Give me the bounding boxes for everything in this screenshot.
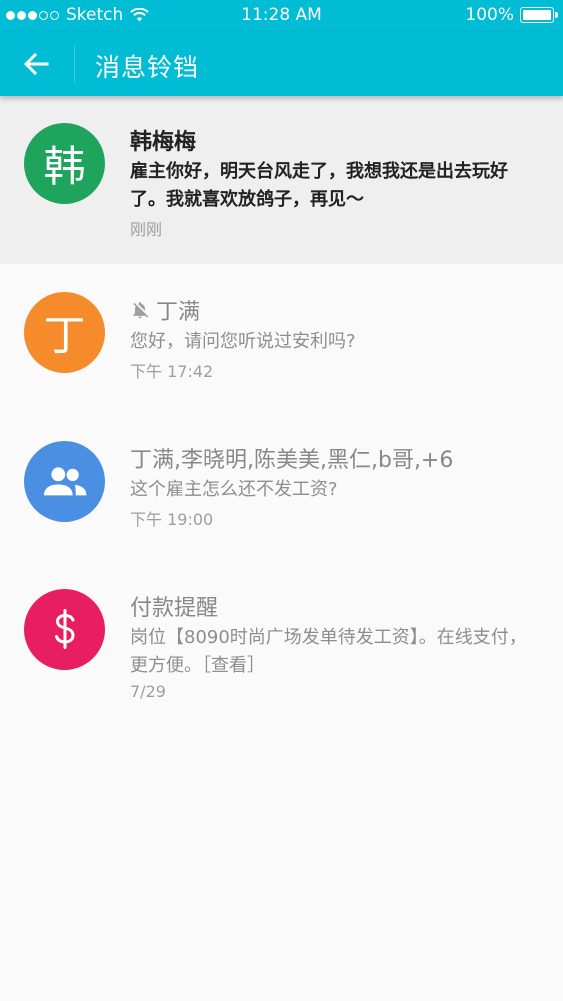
app-bar: 消息铃铛 <box>0 32 563 96</box>
message-list: 韩 韩梅梅 雇主你好，明天台风走了，我想我还是出去玩好了。我就喜欢放鸽子，再见～… <box>0 96 563 722</box>
avatar-initial: 丁 <box>43 311 86 360</box>
avatar-initial: 韩 <box>43 142 86 191</box>
sender-name: 韩梅梅 <box>130 130 197 155</box>
avatar: 丁 <box>24 292 105 373</box>
status-bar: Sketch 11:28 AM 100% <box>0 0 563 32</box>
message-item[interactable]: 丁 丁满 您好，请问您听说过安利吗? 下午 17:42 <box>0 264 563 414</box>
status-right: 100% <box>465 5 558 25</box>
battery-icon <box>520 7 558 23</box>
sender-name: 丁满,李晓明,陈美美,黑仁,b哥,+6 <box>130 448 454 473</box>
arrow-left-icon <box>23 52 49 76</box>
dollar-icon <box>54 608 75 649</box>
back-button[interactable] <box>14 44 58 84</box>
avatar <box>24 589 105 670</box>
message-content: 韩梅梅 雇主你好，明天台风走了，我想我还是出去玩好了。我就喜欢放鸽子，再见～ 刚… <box>130 124 541 240</box>
message-content: 付款提醒 岗位【8090时尚广场发单待发工资】。在线支付，更方便。［查看］ 7/… <box>130 590 541 701</box>
message-content: 丁满,李晓明,陈美美,黑仁,b哥,+6 这个雇主怎么还不发工资? 下午 19:0… <box>130 442 541 530</box>
message-time: 刚刚 <box>130 220 163 239</box>
message-text: 您好，请问您听说过安利吗? <box>130 331 356 352</box>
message-text: 雇主你好，明天台风走了，我想我还是出去玩好了。我就喜欢放鸽子，再见～ <box>130 161 508 210</box>
avatar <box>24 441 105 522</box>
message-time: 下午 17:42 <box>130 362 214 381</box>
message-text: 这个雇主怎么还不发工资? <box>130 479 338 500</box>
sender-name: 丁满 <box>156 300 201 325</box>
sender-name: 付款提醒 <box>130 596 219 621</box>
message-item[interactable]: 韩 韩梅梅 雇主你好，明天台风走了，我想我还是出去玩好了。我就喜欢放鸽子，再见～… <box>0 96 563 264</box>
message-content: 丁满 您好，请问您听说过安利吗? 下午 17:42 <box>130 294 541 382</box>
group-icon <box>43 466 86 495</box>
message-time: 7/29 <box>130 682 166 701</box>
message-text: 岗位【8090时尚广场发单待发工资】。在线支付，更方便。［查看］ <box>130 627 527 676</box>
message-item[interactable]: 丁满,李晓明,陈美美,黑仁,b哥,+6 这个雇主怎么还不发工资? 下午 19:0… <box>0 414 563 562</box>
message-item[interactable]: 付款提醒 岗位【8090时尚广场发单待发工资】。在线支付，更方便。［查看］ 7/… <box>0 562 563 722</box>
notifications-off-icon <box>133 302 149 319</box>
app-bar-divider <box>74 46 75 82</box>
page-title: 消息铃铛 <box>95 53 200 82</box>
battery-percent: 100% <box>465 5 514 25</box>
sender-name-row: 丁满 <box>130 294 541 326</box>
message-time: 下午 19:00 <box>130 510 214 529</box>
avatar: 韩 <box>24 123 105 204</box>
